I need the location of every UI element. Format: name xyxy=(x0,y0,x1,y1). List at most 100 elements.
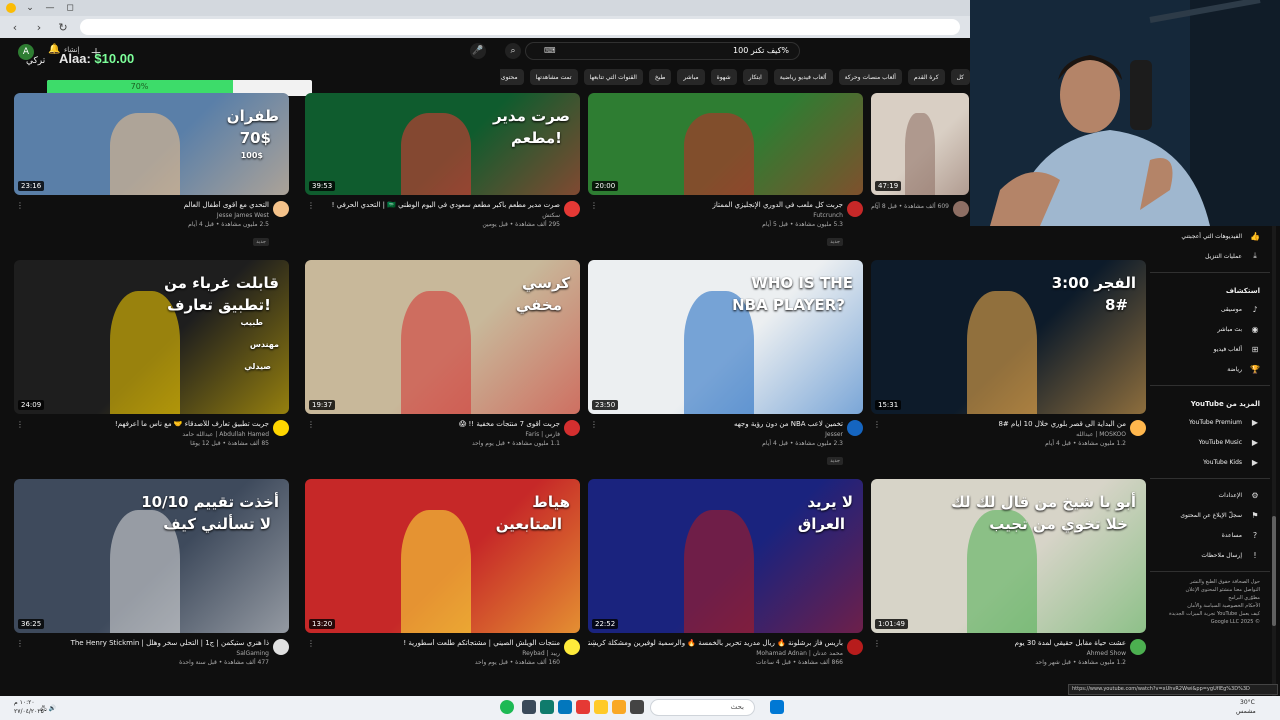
filter-chip[interactable]: كل xyxy=(950,69,970,85)
voice-search-icon[interactable]: 🎤 xyxy=(470,43,486,59)
restore-icon[interactable]: ◻ xyxy=(64,3,76,13)
channel-avatar[interactable] xyxy=(847,420,863,436)
video-menu-icon[interactable]: ⋮ xyxy=(590,639,598,648)
sidebar-item[interactable]: ? مساعدة xyxy=(1150,525,1270,545)
video-thumbnail[interactable]: كرسي مخفي 19:37 xyxy=(305,260,580,414)
spotify-icon[interactable] xyxy=(500,700,514,714)
scrollbar-thumb[interactable] xyxy=(1272,516,1276,626)
sidebar-item[interactable]: ◉ بث مباشر xyxy=(1150,319,1270,339)
back-icon[interactable]: ‹ xyxy=(8,21,22,34)
channel-name[interactable]: فارس | Faris xyxy=(305,431,560,438)
video-menu-icon[interactable]: ⋮ xyxy=(590,420,598,429)
channel-avatar[interactable] xyxy=(1130,420,1146,436)
video-thumbnail[interactable]: صرت مدير مطعم! 39:53 xyxy=(305,93,580,195)
video-thumbnail[interactable]: أخذت تقييم 10/10 لا تسألني كيف 36:25 xyxy=(14,479,289,633)
video-title[interactable]: منتجات الويلش الصيني | مشتجاتكم طلعت أسط… xyxy=(305,639,560,648)
page-scrollbar[interactable] xyxy=(1272,226,1276,696)
filter-chip[interactable]: محتوى جديد xyxy=(500,69,524,85)
filter-chip[interactable]: طبخ xyxy=(648,69,672,85)
sidebar-item[interactable]: ♪ موسيقى xyxy=(1150,299,1270,319)
video-title[interactable]: تخمين لاعب NBA من دون رؤية وجهه xyxy=(588,420,843,429)
channel-name[interactable]: Abdullah Hamed | عبدالله حامد xyxy=(14,431,269,438)
video-menu-icon[interactable]: ⋮ xyxy=(307,201,315,210)
sidebar-item[interactable]: ⚑ سجلّ الإبلاغ عن المحتوى xyxy=(1150,505,1270,525)
channel-avatar[interactable] xyxy=(847,639,863,655)
app2-icon[interactable] xyxy=(522,700,536,714)
filter-chip[interactable]: شهوة xyxy=(710,69,737,85)
channel-name[interactable]: Futcrunch xyxy=(588,212,843,219)
sidebar-item[interactable]: ▶ YouTube Music xyxy=(1150,432,1270,452)
video-thumbnail[interactable]: لا يريد العراق 22:52 xyxy=(588,479,863,633)
channel-avatar[interactable] xyxy=(273,420,289,436)
video-thumbnail[interactable]: طفران 70$ 100$ 23:16 xyxy=(14,93,289,195)
tab-chevron-icon[interactable]: ⌄ xyxy=(24,3,36,13)
channel-name[interactable]: ريبد | Reybad xyxy=(305,650,560,657)
task-view-icon[interactable] xyxy=(630,700,644,714)
filter-chip[interactable]: كرة القدم xyxy=(907,69,945,85)
video-menu-icon[interactable]: ⋮ xyxy=(307,420,315,429)
video-thumbnail[interactable]: هياط المتابعين 13:20 xyxy=(305,479,580,633)
video-menu-icon[interactable]: ⋮ xyxy=(16,201,24,210)
channel-name[interactable]: محمد عدنان | Mohamad Adnan xyxy=(588,650,843,657)
sidebar-item[interactable]: ⚙ الإعدادات xyxy=(1150,485,1270,505)
search-icon[interactable]: ⌕ xyxy=(505,43,521,59)
filter-chip[interactable]: ألعاب منصات وحركة xyxy=(838,69,902,85)
video-title[interactable]: جربت أقوى 7 منتجات مخفية !! 😱 xyxy=(305,420,560,429)
minimize-icon[interactable]: — xyxy=(44,3,56,13)
video-title[interactable]: باريس فاز برشلونة 🔥 ريال مدريد تحرير بال… xyxy=(588,639,843,648)
channel-avatar[interactable] xyxy=(273,201,289,217)
file-explorer-icon[interactable] xyxy=(594,700,608,714)
video-thumbnail[interactable]: 20:00 xyxy=(588,93,863,195)
clock-time[interactable]: ١٠:٢٠ م xyxy=(14,699,35,706)
filter-chip[interactable]: القنوات التي تتابعها xyxy=(583,69,643,85)
search-input[interactable]: ⌨ كيف تكنر 100% xyxy=(525,42,800,60)
sidebar-item[interactable]: ⊞ ألعاب فيديو xyxy=(1150,339,1270,359)
video-menu-icon[interactable]: ⋮ xyxy=(873,420,881,429)
video-title[interactable]: من البداية الى قصر بلوري خلال 10 ايام #8 xyxy=(871,420,1126,429)
sidebar-item[interactable]: 🏆 رياضة xyxy=(1150,359,1270,379)
video-menu-icon[interactable]: ⋮ xyxy=(16,639,24,648)
video-title[interactable]: عشت حياة مقابل حقيقي لمدة 30 يوم xyxy=(871,639,1126,648)
channel-name[interactable]: SalGaming xyxy=(14,650,269,657)
video-thumbnail[interactable]: WHO IS THE NBA PLAYER? 23:50 xyxy=(588,260,863,414)
app-icon[interactable] xyxy=(576,700,590,714)
channel-name[interactable]: Jesser xyxy=(588,431,843,438)
sidebar-item[interactable]: ▶ YouTube Kids xyxy=(1150,452,1270,472)
filter-chip[interactable]: تمت مشاهدتها xyxy=(529,69,578,85)
channel-avatar[interactable] xyxy=(273,639,289,655)
channel-avatar[interactable] xyxy=(953,201,969,217)
channel-avatar[interactable] xyxy=(564,420,580,436)
channel-avatar[interactable] xyxy=(1130,639,1146,655)
weather-desc[interactable]: مشمس xyxy=(1236,708,1256,715)
channel-name[interactable]: سكتش xyxy=(305,212,560,219)
forward-icon[interactable]: › xyxy=(32,21,46,34)
channel-name[interactable]: Ahmed Show xyxy=(871,650,1126,657)
address-bar[interactable] xyxy=(80,19,960,35)
edge-icon[interactable] xyxy=(540,700,554,714)
video-title[interactable]: التحدي مع أقوى أطفال العالم xyxy=(14,201,269,210)
video-thumbnail[interactable]: أبو يا شيخ من قال لك لك خلا تخوي من تجيب 1… xyxy=(871,479,1146,633)
taskbar-search[interactable]: بحث xyxy=(650,699,755,716)
channel-avatar[interactable] xyxy=(564,639,580,655)
video-title[interactable]: صرت مدير مطعم بأكبر مطعم سعودي في اليوم … xyxy=(305,201,560,210)
video-menu-icon[interactable]: ⋮ xyxy=(873,201,881,210)
reload-icon[interactable]: ↻ xyxy=(56,21,70,34)
sidebar-item[interactable]: ⤓ عمليات التنزيل xyxy=(1150,246,1270,266)
video-menu-icon[interactable]: ⋮ xyxy=(873,639,881,648)
start-icon[interactable] xyxy=(770,700,784,714)
outlook-icon[interactable] xyxy=(558,700,572,714)
video-title[interactable]: ذا هنري ستيكمن | ج1 | التحلي سخر وهلل | … xyxy=(14,639,269,648)
weather-temp[interactable]: 30°C xyxy=(1240,699,1255,706)
filter-chip[interactable]: مباشر xyxy=(677,69,705,85)
channel-name[interactable]: MOSKOO | عبدالله xyxy=(871,431,1126,438)
video-thumbnail[interactable]: قابلت غرباء من تطبيق تعارف! طبيب مهندس صيدلي… xyxy=(14,260,289,414)
video-menu-icon[interactable]: ⋮ xyxy=(307,639,315,648)
keyboard-icon[interactable]: ⌨ xyxy=(544,46,556,55)
channel-name[interactable]: Jesse James West xyxy=(14,212,269,219)
video-menu-icon[interactable]: ⋮ xyxy=(16,420,24,429)
channel-avatar[interactable] xyxy=(564,201,580,217)
sidebar-item[interactable]: ! إرسال ملاحظات xyxy=(1150,545,1270,565)
video-thumbnail[interactable]: 3:00 الفجر 8# 15:31 xyxy=(871,260,1146,414)
video-menu-icon[interactable]: ⋮ xyxy=(590,201,598,210)
tray-icons[interactable]: 🖧 🔊 xyxy=(40,704,56,714)
